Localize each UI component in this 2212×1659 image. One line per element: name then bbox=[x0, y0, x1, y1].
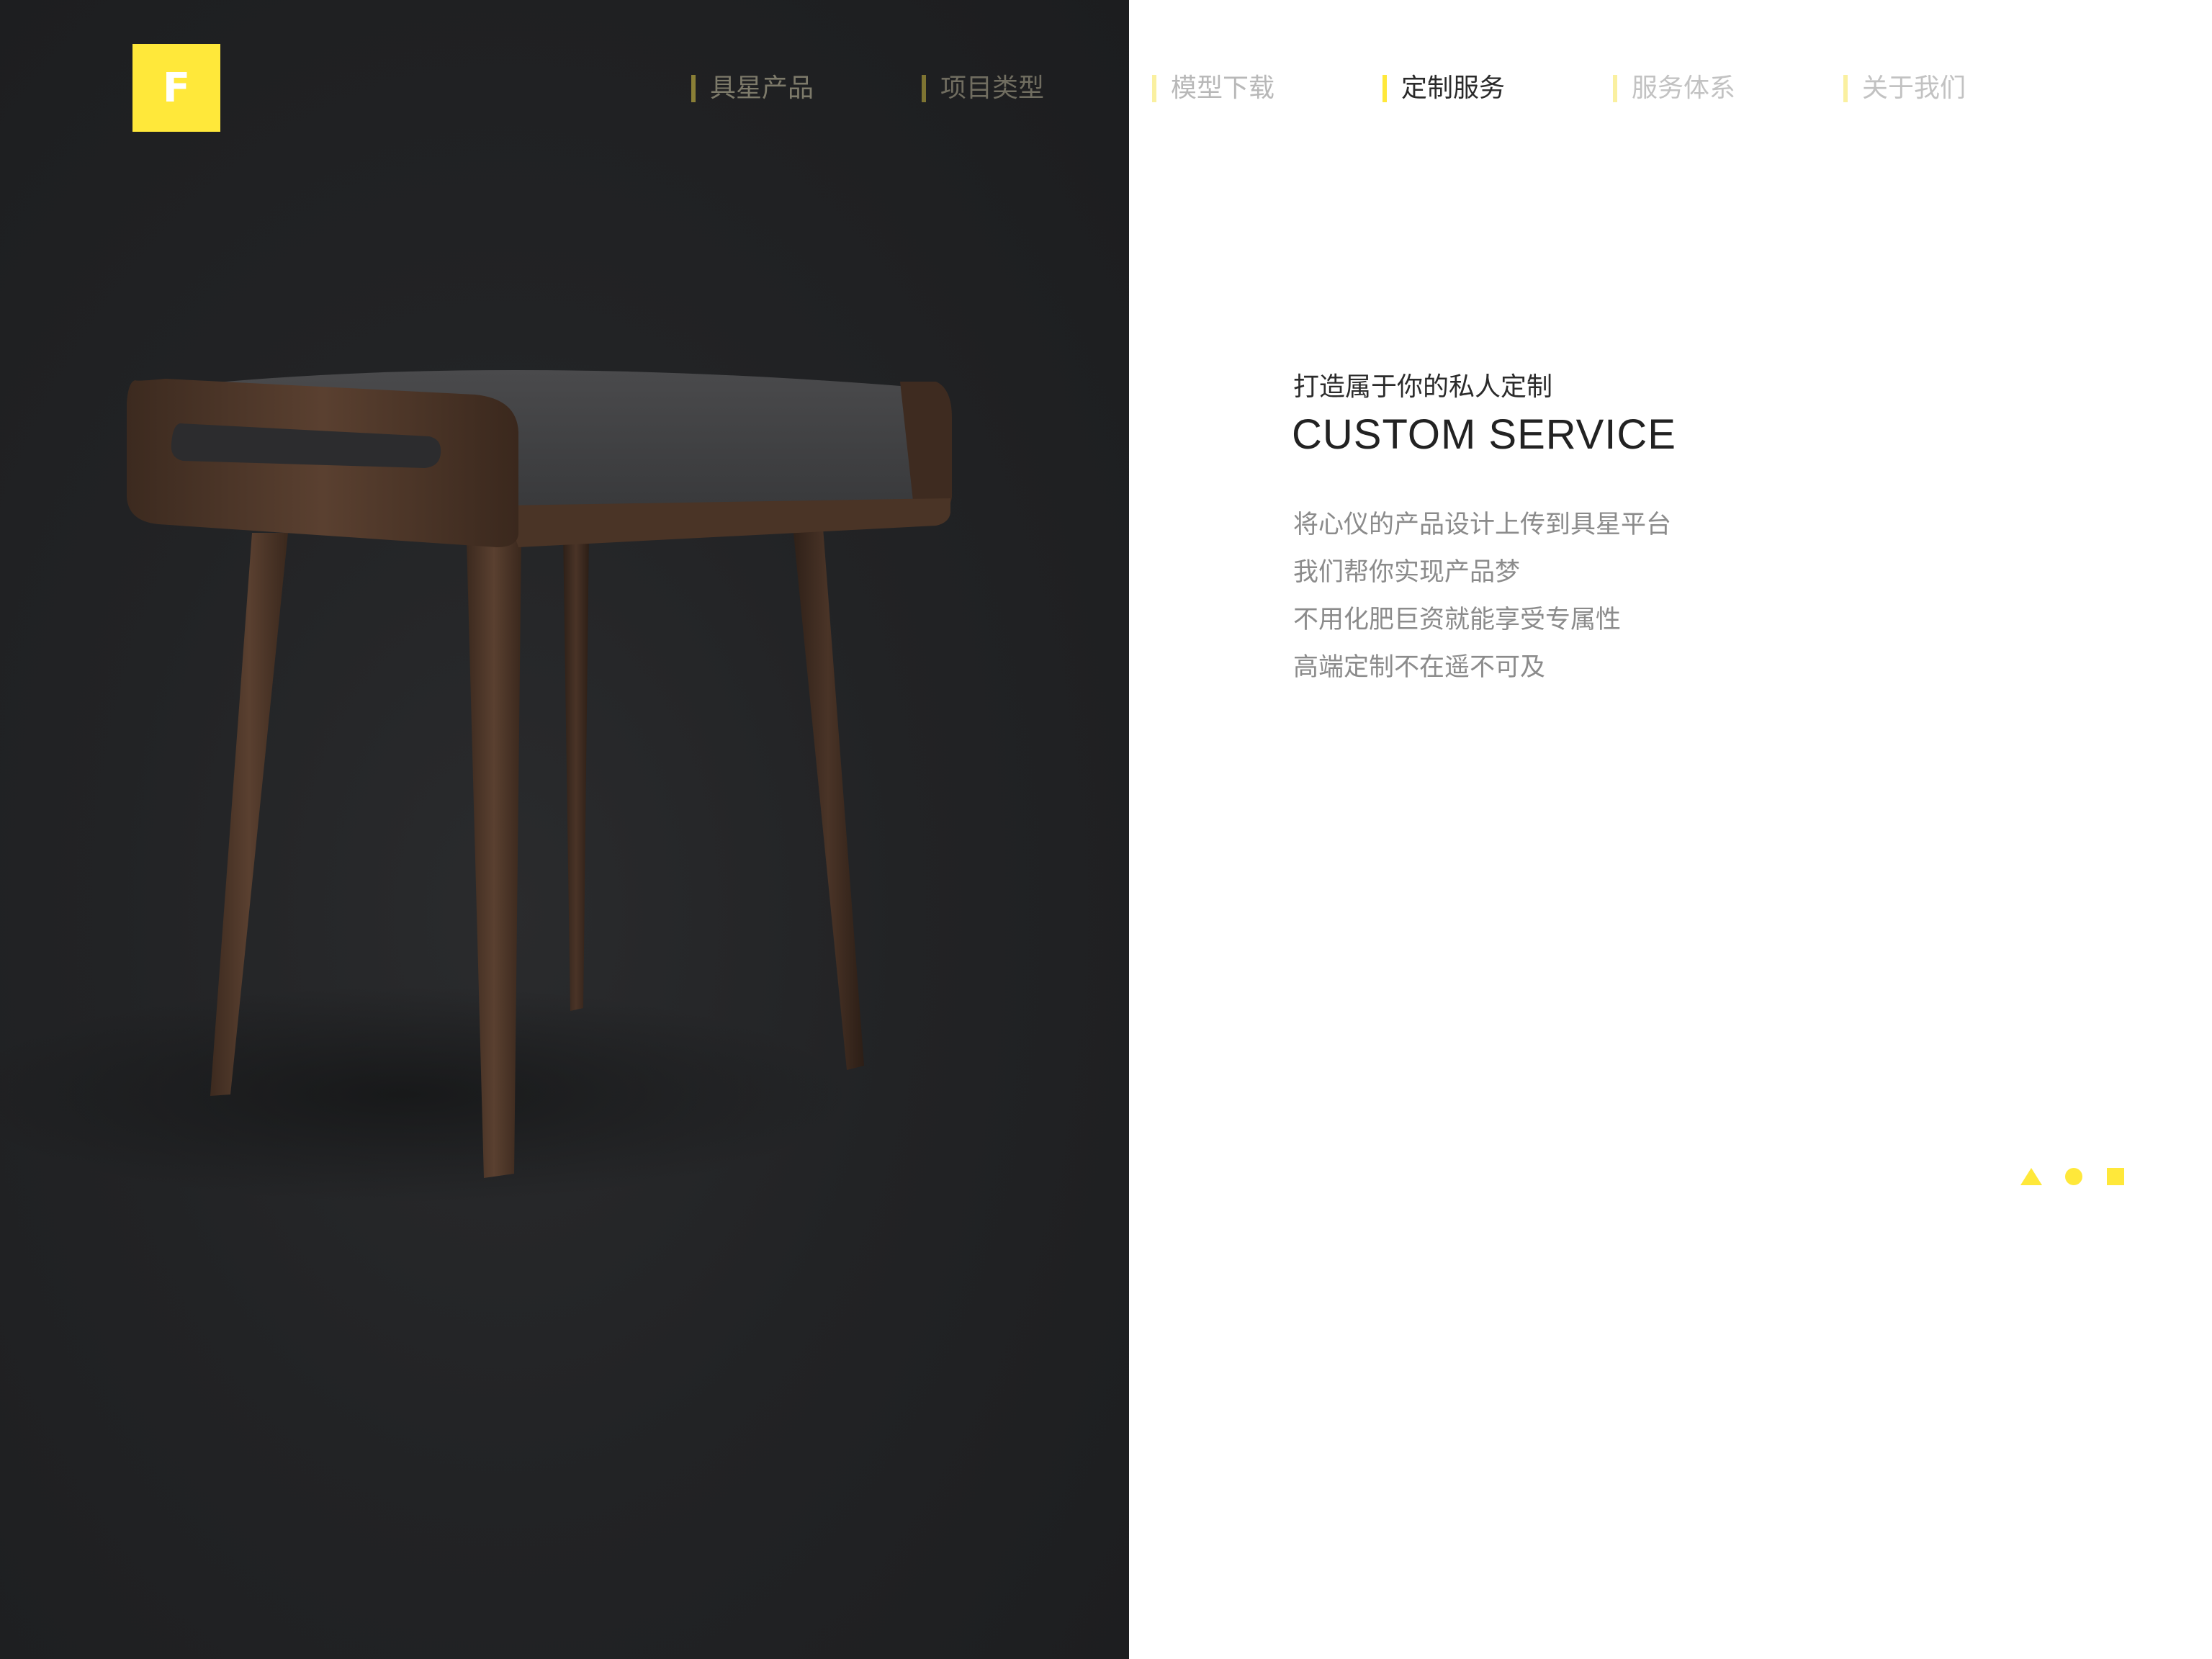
hero-image-panel: F bbox=[0, 0, 1129, 1659]
nav-marker bbox=[922, 75, 926, 102]
circle-icon[interactable] bbox=[2065, 1168, 2082, 1185]
nav-marker bbox=[691, 75, 696, 102]
nav-item-custom-service[interactable]: 定制服务 bbox=[1382, 71, 1505, 107]
nav-item-about-us[interactable]: 关于我们 bbox=[1843, 71, 1966, 107]
square-icon[interactable] bbox=[2107, 1168, 2124, 1185]
nav-item-products[interactable]: 具星产品 bbox=[691, 71, 814, 107]
nav-label: 具星产品 bbox=[710, 73, 814, 103]
logo-letter: F bbox=[162, 64, 191, 112]
hero-title: CUSTOM SERVICE bbox=[1292, 411, 1676, 458]
nav-label: 模型下载 bbox=[1171, 73, 1275, 103]
description-line: 不用化肥巨资就能享受专属性 bbox=[1293, 606, 1622, 634]
nav-label: 服务体系 bbox=[1632, 73, 1736, 103]
nav-item-model-download[interactable]: 模型下载 bbox=[1152, 71, 1274, 107]
logo[interactable]: F bbox=[132, 44, 220, 132]
nav-label: 定制服务 bbox=[1401, 73, 1506, 103]
nav-item-project-types[interactable]: 项目类型 bbox=[922, 71, 1044, 107]
nav-label: 项目类型 bbox=[940, 73, 1045, 103]
nav-marker bbox=[1843, 75, 1848, 102]
nav-item-service-system[interactable]: 服务体系 bbox=[1613, 71, 1735, 107]
triangle-icon[interactable] bbox=[2020, 1168, 2042, 1185]
nav-marker bbox=[1152, 75, 1156, 102]
decorative-shapes bbox=[2020, 1168, 2124, 1185]
description-line: 将心仪的产品设计上传到具星平台 bbox=[1293, 511, 1672, 539]
nav-marker bbox=[1382, 75, 1387, 102]
description-line: 我们帮你实现产品梦 bbox=[1293, 558, 1521, 587]
content-panel bbox=[1129, 0, 2212, 1659]
nav-marker bbox=[1613, 75, 1617, 102]
nav-label: 关于我们 bbox=[1862, 73, 1966, 103]
description-line: 高端定制不在遥不可及 bbox=[1293, 653, 1546, 682]
hero-subtitle: 打造属于你的私人定制 bbox=[1293, 372, 1553, 402]
stool-image bbox=[0, 369, 952, 1202]
